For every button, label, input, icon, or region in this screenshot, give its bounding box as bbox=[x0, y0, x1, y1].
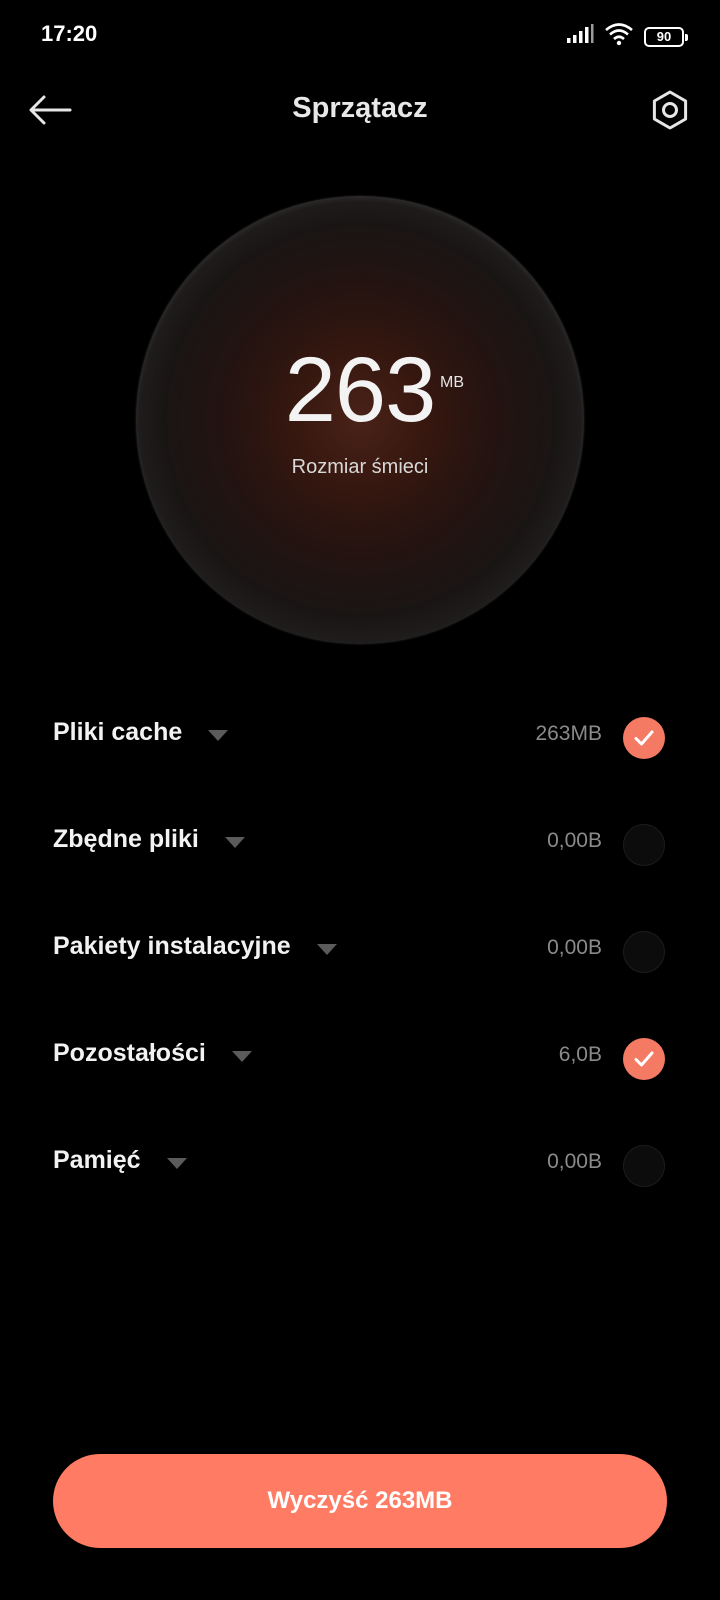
item-size: 0,00B bbox=[547, 1150, 602, 1173]
item-checkbox[interactable] bbox=[623, 717, 665, 759]
clean-button[interactable]: Wyczyść 263MB bbox=[53, 1454, 667, 1548]
checkmark-icon bbox=[634, 1051, 654, 1067]
item-size: 263MB bbox=[535, 722, 602, 745]
chevron-down-icon[interactable] bbox=[231, 1051, 252, 1062]
status-icons: 90 bbox=[566, 22, 688, 51]
junk-size-orb: 263 MB Rozmiar śmieci bbox=[136, 196, 584, 644]
item-checkbox[interactable] bbox=[623, 1145, 665, 1187]
junk-size-label: Rozmiar śmieci bbox=[291, 456, 429, 478]
item-checkbox[interactable] bbox=[623, 824, 665, 866]
chevron-down-icon[interactable] bbox=[208, 730, 229, 741]
settings-hexagon-icon bbox=[652, 90, 688, 130]
item-label: Pliki cache bbox=[53, 718, 229, 747]
list-item-unneeded-files[interactable]: Zbędne pliki 0,00B bbox=[0, 789, 720, 896]
settings-button[interactable] bbox=[644, 84, 696, 136]
item-label: Zbędne pliki bbox=[53, 825, 245, 854]
junk-category-list: Pliki cache 263MB Zbędne pliki 0,00B Pak… bbox=[0, 682, 720, 1217]
battery-level: 90 bbox=[656, 29, 672, 44]
list-item-residual-files[interactable]: Pozostałości 6,0B bbox=[0, 1003, 720, 1110]
item-label-text: Pakiety instalacyjne bbox=[53, 932, 291, 960]
status-bar: 17:20 90 bbox=[0, 0, 720, 70]
page-title: Sprzątacz bbox=[292, 92, 428, 124]
item-checkbox[interactable] bbox=[623, 1038, 665, 1080]
junk-size-value: 263 bbox=[284, 339, 437, 441]
app-header: Sprzątacz bbox=[0, 70, 720, 150]
item-checkbox[interactable] bbox=[623, 931, 665, 973]
item-label: Pakiety instalacyjne bbox=[53, 932, 337, 961]
chevron-down-icon[interactable] bbox=[224, 837, 245, 848]
item-label-text: Zbędne pliki bbox=[53, 825, 199, 853]
list-item-cache-files[interactable]: Pliki cache 263MB bbox=[0, 682, 720, 789]
item-label: Pamięć bbox=[53, 1146, 187, 1175]
item-label-text: Pliki cache bbox=[53, 718, 183, 746]
list-item-memory[interactable]: Pamięć 0,00B bbox=[0, 1110, 720, 1217]
list-item-install-packages[interactable]: Pakiety instalacyjne 0,00B bbox=[0, 896, 720, 1003]
checkmark-icon bbox=[634, 730, 654, 746]
junk-size-unit: MB bbox=[440, 374, 464, 391]
wifi-icon bbox=[604, 22, 634, 51]
chevron-down-icon[interactable] bbox=[166, 1158, 187, 1169]
chevron-down-icon[interactable] bbox=[316, 944, 337, 955]
item-label: Pozostałości bbox=[53, 1039, 252, 1068]
battery-icon: 90 bbox=[644, 26, 688, 47]
status-time: 17:20 bbox=[41, 21, 98, 46]
item-size: 0,00B bbox=[547, 936, 602, 959]
item-size: 0,00B bbox=[547, 829, 602, 852]
item-label-text: Pozostałości bbox=[53, 1039, 206, 1067]
item-size: 6,0B bbox=[558, 1043, 602, 1066]
item-label-text: Pamięć bbox=[53, 1146, 141, 1174]
signal-icon bbox=[566, 24, 594, 49]
